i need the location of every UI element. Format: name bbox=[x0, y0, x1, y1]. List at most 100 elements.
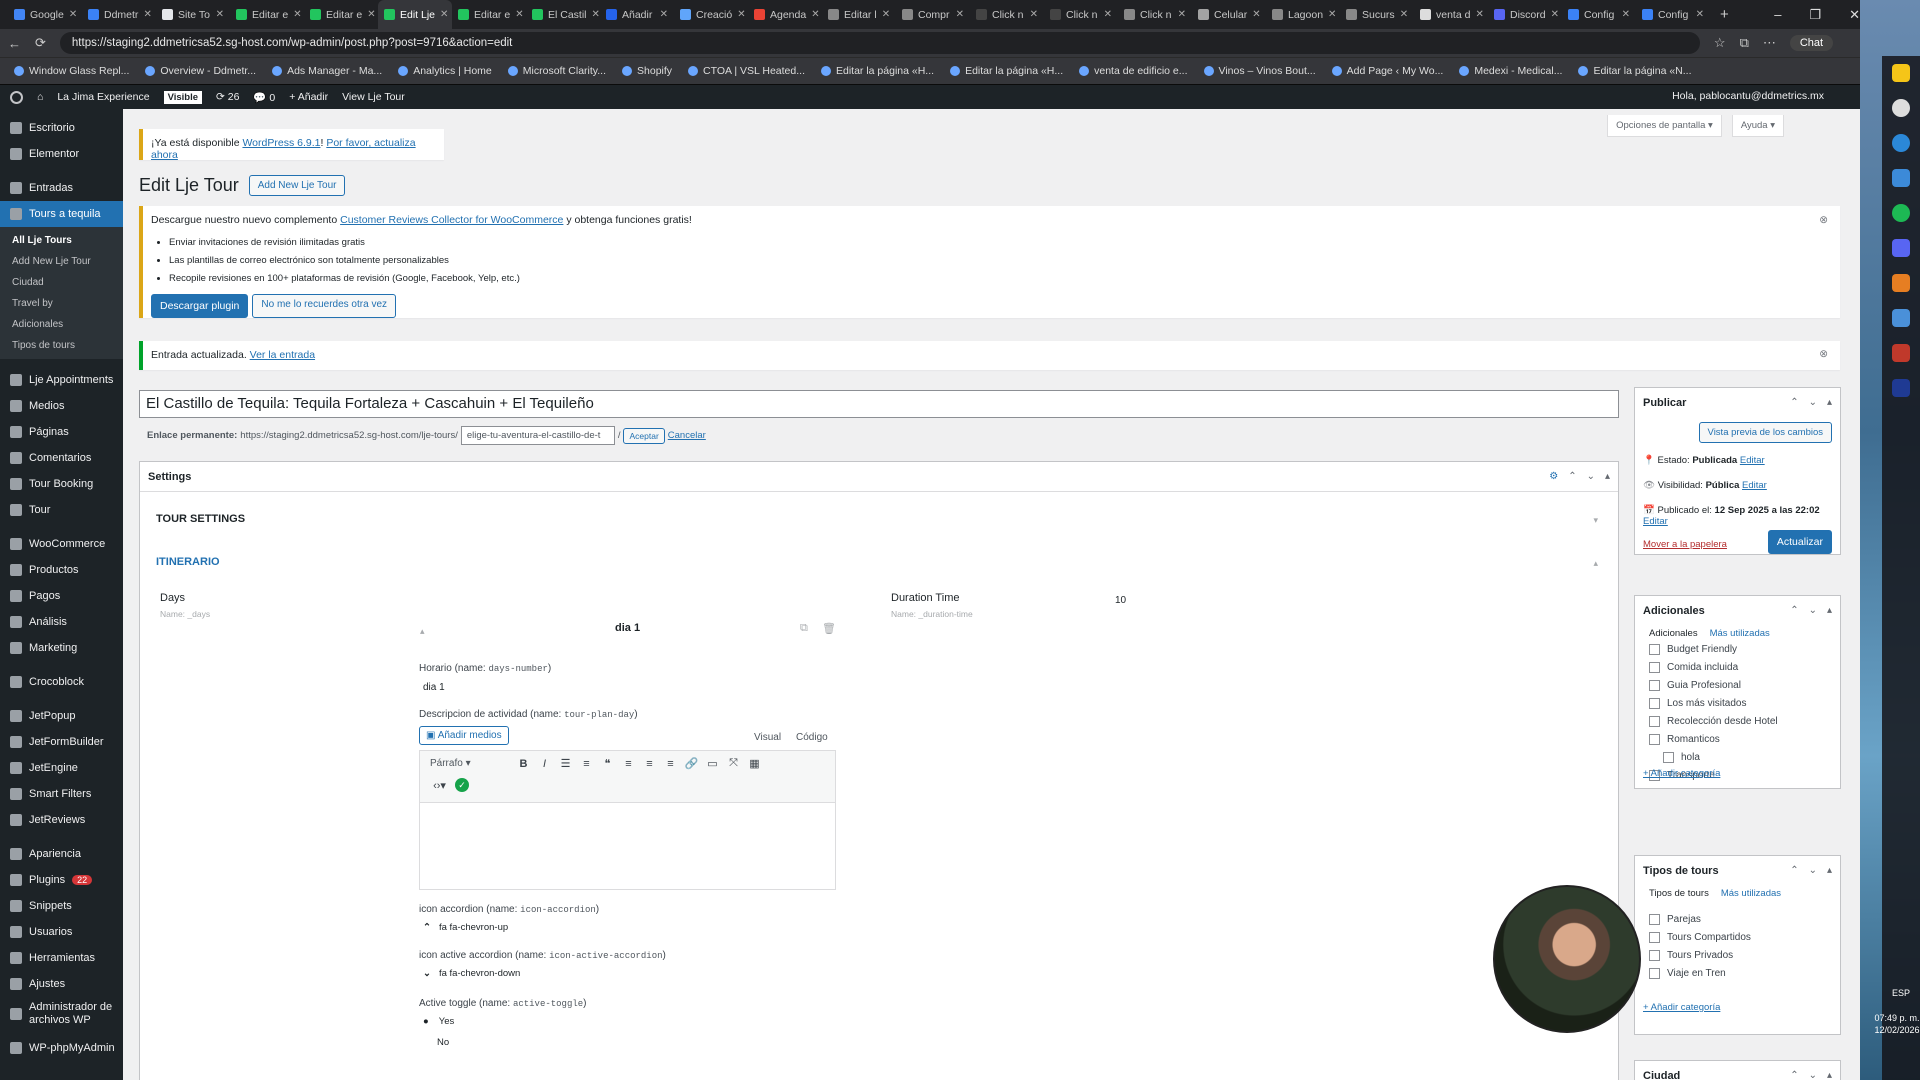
checkbox[interactable] bbox=[1663, 751, 1674, 763]
sidebar-item[interactable]: Productos bbox=[0, 557, 123, 583]
align-right-icon[interactable]: ≡ bbox=[661, 758, 680, 770]
checkbox-row[interactable]: Comida incluida bbox=[1649, 658, 1829, 676]
tab-close-icon[interactable]: ✕ bbox=[1252, 9, 1260, 20]
home-icon[interactable]: ⌂ bbox=[37, 91, 43, 103]
move-down-icon[interactable]: ⌄ bbox=[1587, 471, 1595, 482]
tab-all-adicionales[interactable]: Adicionales bbox=[1649, 628, 1698, 639]
checkbox-row[interactable]: hola bbox=[1649, 748, 1829, 766]
visual-tab[interactable]: Visual bbox=[754, 732, 781, 743]
bookmark-item[interactable]: Editar la página «N... bbox=[1578, 65, 1692, 77]
add-media-button[interactable]: ▣ Añadir medios bbox=[419, 726, 509, 745]
tab-close-icon[interactable]: ✕ bbox=[1030, 9, 1038, 20]
preview-changes-button[interactable]: Vista previa de los cambios bbox=[1698, 422, 1832, 443]
browser-tab[interactable]: Config ✕ bbox=[1562, 0, 1636, 29]
grammar-check-icon[interactable]: ✓ bbox=[455, 778, 469, 792]
site-name-link[interactable]: La Jima Experience bbox=[57, 91, 149, 103]
close-notice-icon[interactable]: ⊗ bbox=[1819, 348, 1828, 360]
sidebar-item[interactable]: Usuarios bbox=[0, 919, 123, 945]
toggle-no-radio[interactable]: No bbox=[437, 1037, 449, 1048]
fresco-icon[interactable] bbox=[1892, 379, 1910, 397]
browser-tab[interactable]: El Castil ✕ bbox=[526, 0, 600, 29]
move-down-icon[interactable]: ⌄ bbox=[1809, 605, 1817, 616]
tab-close-icon[interactable]: ✕ bbox=[367, 9, 375, 20]
back-icon[interactable]: ← bbox=[8, 36, 21, 51]
checkbox-row[interactable]: Romanticos bbox=[1649, 730, 1829, 748]
close-notice-icon[interactable]: ⊗ bbox=[1819, 214, 1828, 226]
browser-tab[interactable]: Añadir ✕ bbox=[600, 0, 674, 29]
tour-settings-heading[interactable]: TOUR SETTINGS bbox=[156, 513, 245, 525]
bookmark-item[interactable]: Editar la página «H... bbox=[950, 65, 1063, 77]
sidebar-item[interactable]: Comentarios bbox=[0, 445, 123, 471]
submenu-item[interactable]: Add New Lje Tour bbox=[0, 251, 123, 272]
checkbox-row[interactable]: Tours Compartidos bbox=[1649, 928, 1829, 946]
sidebar-item[interactable]: Plugins 22 bbox=[0, 867, 123, 893]
edit-status-link[interactable]: Editar bbox=[1740, 455, 1765, 466]
browser-tab[interactable]: Compr ✕ bbox=[896, 0, 970, 29]
browser-tab[interactable]: Discord ✕ bbox=[1488, 0, 1562, 29]
tab-close-icon[interactable]: ✕ bbox=[660, 9, 668, 20]
browser-tab[interactable]: Edit Lje ✕ bbox=[378, 0, 452, 29]
sidebar-item[interactable]: JetPopup bbox=[0, 703, 123, 729]
toggle-panel-icon[interactable]: ▴ bbox=[1827, 397, 1832, 408]
fullscreen-icon[interactable]: ⤧ bbox=[724, 757, 743, 770]
gear-icon[interactable]: ⚙ bbox=[1549, 471, 1558, 482]
minimize-icon[interactable]: – bbox=[1774, 7, 1781, 22]
sidebar-item[interactable]: Tour Booking bbox=[0, 471, 123, 497]
close-window-icon[interactable]: ✕ bbox=[1849, 7, 1860, 23]
spotify-icon[interactable] bbox=[1892, 204, 1910, 222]
move-down-icon[interactable]: ⌄ bbox=[1809, 397, 1817, 408]
sidebar-item[interactable]: JetReviews bbox=[0, 807, 123, 833]
toggle-panel-icon[interactable]: ▴ bbox=[1827, 605, 1832, 616]
move-up-icon[interactable]: ⌃ bbox=[1790, 1070, 1798, 1080]
move-up-icon[interactable]: ⌃ bbox=[1568, 471, 1576, 482]
more-icon[interactable]: ⋯ bbox=[1763, 35, 1776, 51]
update-button[interactable]: Actualizar bbox=[1767, 530, 1832, 554]
publish-header[interactable]: Publicar ⌃ ⌄ ▴ bbox=[1635, 388, 1840, 418]
checkbox[interactable] bbox=[1649, 715, 1660, 727]
settings-header[interactable]: Settings ⚙ ⌃ ⌄ ▴ bbox=[140, 462, 1618, 492]
wordpress-logo-icon[interactable] bbox=[10, 90, 23, 104]
sidebar-item[interactable]: Elementor bbox=[0, 141, 123, 167]
browser-tab[interactable]: Agenda ✕ bbox=[748, 0, 822, 29]
updates-link[interactable]: ⟳ 26 bbox=[216, 91, 239, 103]
format-select[interactable]: Párrafo ▾ bbox=[430, 758, 512, 769]
browser-tab[interactable]: Editar l ✕ bbox=[822, 0, 896, 29]
read-more-icon[interactable]: ▭ bbox=[703, 757, 722, 770]
checkbox[interactable] bbox=[1649, 679, 1660, 691]
add-new-tour-button[interactable]: Add New Lje Tour bbox=[248, 175, 346, 196]
move-to-trash-link[interactable]: Mover a la papelera bbox=[1643, 539, 1727, 550]
align-left-icon[interactable]: ≡ bbox=[619, 758, 638, 770]
code-icon[interactable]: ‹›▾ bbox=[430, 779, 449, 792]
expand-icon[interactable]: ▴ bbox=[1593, 558, 1598, 569]
browser-tab[interactable]: Lagoon ✕ bbox=[1266, 0, 1340, 29]
checkbox[interactable] bbox=[1649, 949, 1660, 961]
browser-tab[interactable]: Creació ✕ bbox=[674, 0, 748, 29]
tab-close-icon[interactable]: ✕ bbox=[737, 9, 745, 20]
bookmark-item[interactable]: venta de edificio e... bbox=[1079, 65, 1188, 77]
browser-tab[interactable]: Click n ✕ bbox=[1044, 0, 1118, 29]
browser-tab[interactable]: Editar e ✕ bbox=[452, 0, 526, 29]
numbered-list-icon[interactable]: ≡ bbox=[577, 758, 596, 770]
tipos-header[interactable]: Tipos de tours ⌃ ⌄ ▴ bbox=[1635, 856, 1840, 886]
view-post-link-notice[interactable]: Ver la entrada bbox=[250, 349, 315, 361]
edit-date-link[interactable]: Editar bbox=[1643, 516, 1668, 527]
tab-close-icon[interactable]: ✕ bbox=[592, 9, 600, 20]
tab-close-icon[interactable]: ✕ bbox=[1475, 9, 1483, 20]
promo-link[interactable]: Customer Reviews Collector for WooCommer… bbox=[340, 214, 563, 226]
tab-all-tipos[interactable]: Tipos de tours bbox=[1649, 888, 1709, 899]
sidebar-item[interactable]: Crocoblock bbox=[0, 669, 123, 695]
checkbox[interactable] bbox=[1649, 967, 1660, 979]
bookmark-item[interactable]: Editar la página «H... bbox=[821, 65, 934, 77]
sidebar-item[interactable]: JetEngine bbox=[0, 755, 123, 781]
bookmark-item[interactable]: Medexi - Medical... bbox=[1459, 65, 1562, 77]
tab-most-used-adicionales[interactable]: Más utilizadas bbox=[1710, 628, 1770, 639]
language-indicator[interactable]: ESP bbox=[1882, 988, 1920, 998]
submenu-item[interactable]: Travel by bbox=[0, 293, 123, 314]
wordpress-version-link[interactable]: WordPress 6.9.1 bbox=[242, 137, 320, 149]
sidebar-item[interactable]: Lje Appointments bbox=[0, 367, 123, 393]
checkbox[interactable] bbox=[1649, 661, 1660, 673]
toggle-panel-icon[interactable]: ▴ bbox=[1827, 1070, 1832, 1080]
bookmark-item[interactable]: Add Page ‹ My Wo... bbox=[1331, 65, 1443, 77]
checkbox[interactable] bbox=[1649, 643, 1660, 655]
file-explorer-icon[interactable] bbox=[1892, 64, 1910, 82]
